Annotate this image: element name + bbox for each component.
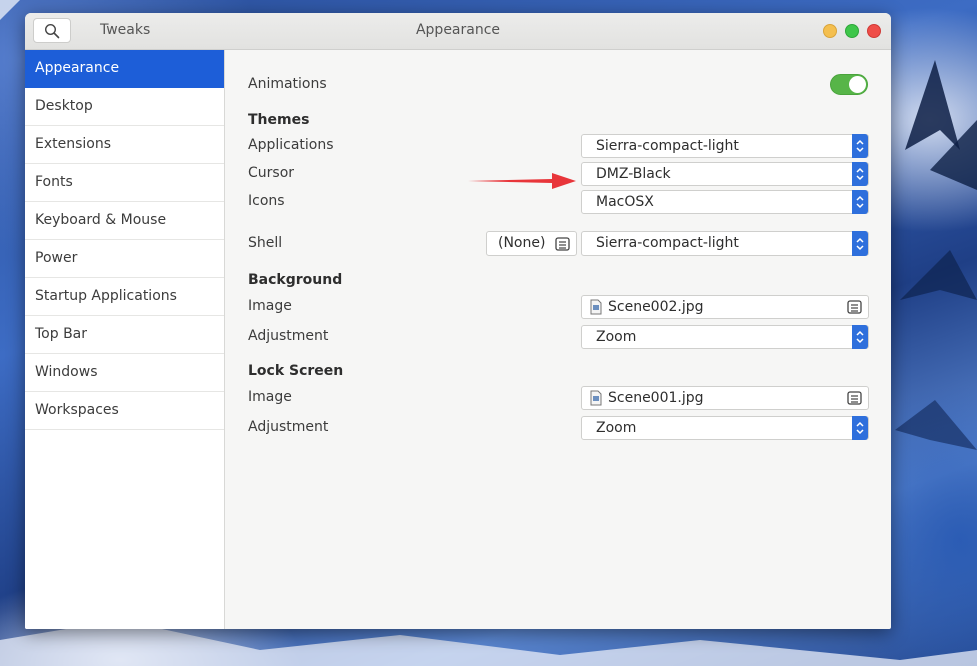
- close-button[interactable]: [867, 24, 881, 38]
- icons-label: Icons: [248, 193, 285, 209]
- updown-arrows-icon: [852, 416, 868, 440]
- search-button[interactable]: [33, 18, 71, 43]
- document-open-icon: [847, 391, 862, 405]
- icons-theme-value: MacOSX: [596, 194, 654, 210]
- shell-theme-select[interactable]: Sierra-compact-light: [581, 231, 869, 256]
- applications-theme-value: Sierra-compact-light: [596, 138, 739, 154]
- background-image-file-button[interactable]: Scene002.jpg: [581, 295, 869, 319]
- sidebar-item-desktop[interactable]: Desktop: [25, 88, 224, 126]
- search-icon: [44, 23, 60, 38]
- applications-theme-select[interactable]: Sierra-compact-light: [581, 134, 869, 158]
- updown-arrows-icon: [852, 190, 868, 214]
- shell-extension-file-button[interactable]: (None): [486, 231, 577, 256]
- image-file-icon: [590, 299, 602, 315]
- cursor-label: Cursor: [248, 165, 295, 181]
- lock-screen-adjustment-select[interactable]: Zoom: [581, 416, 869, 440]
- maximize-button[interactable]: [845, 24, 859, 38]
- appearance-panel: Animations Themes Applications Sierra-co…: [226, 50, 891, 629]
- image-file-icon: [590, 390, 602, 406]
- shell-label: Shell: [248, 235, 283, 251]
- annotation-arrow: [468, 173, 576, 189]
- background-image-value: Scene002.jpg: [608, 299, 704, 315]
- sidebar-item-fonts[interactable]: Fonts: [25, 164, 224, 202]
- document-open-icon: [555, 237, 570, 251]
- header-bar: Tweaks Appearance: [25, 13, 891, 50]
- sidebar: Appearance Desktop Extensions Fonts Keyb…: [25, 50, 225, 629]
- updown-arrows-icon: [852, 162, 868, 186]
- sidebar-item-extensions[interactable]: Extensions: [25, 126, 224, 164]
- background-adjustment-select[interactable]: Zoom: [581, 325, 869, 349]
- updown-arrows-icon: [852, 325, 868, 349]
- app-title: Tweaks: [100, 22, 151, 38]
- tweaks-window: Tweaks Appearance Appearance Desktop Ext…: [25, 13, 891, 629]
- icons-theme-select[interactable]: MacOSX: [581, 190, 869, 214]
- applications-label: Applications: [248, 137, 334, 153]
- shell-theme-value: Sierra-compact-light: [596, 235, 739, 251]
- toggle-knob: [849, 76, 866, 93]
- lock-screen-adjustment-value: Zoom: [596, 420, 637, 436]
- sidebar-item-windows[interactable]: Windows: [25, 354, 224, 392]
- lock-screen-image-value: Scene001.jpg: [608, 390, 704, 406]
- background-adjustment-label: Adjustment: [248, 328, 329, 344]
- background-adjustment-value: Zoom: [596, 329, 637, 345]
- sidebar-item-appearance[interactable]: Appearance: [25, 50, 224, 88]
- sidebar-item-power[interactable]: Power: [25, 240, 224, 278]
- shell-extension-value: (None): [498, 235, 546, 251]
- document-open-icon: [847, 300, 862, 314]
- animations-toggle[interactable]: [830, 74, 868, 95]
- cursor-theme-value: DMZ-Black: [596, 166, 671, 182]
- sidebar-item-keyboard-mouse[interactable]: Keyboard & Mouse: [25, 202, 224, 240]
- background-image-label: Image: [248, 298, 292, 314]
- cursor-theme-select[interactable]: DMZ-Black: [581, 162, 869, 186]
- sidebar-item-top-bar[interactable]: Top Bar: [25, 316, 224, 354]
- themes-heading: Themes: [248, 112, 310, 128]
- lock-screen-image-file-button[interactable]: Scene001.jpg: [581, 386, 869, 410]
- sidebar-item-startup-applications[interactable]: Startup Applications: [25, 278, 224, 316]
- lock-screen-heading: Lock Screen: [248, 363, 344, 379]
- animations-label: Animations: [248, 76, 327, 92]
- updown-arrows-icon: [852, 231, 868, 256]
- sidebar-item-workspaces[interactable]: Workspaces: [25, 392, 224, 430]
- lock-screen-image-label: Image: [248, 389, 292, 405]
- lock-screen-adjustment-label: Adjustment: [248, 419, 329, 435]
- background-heading: Background: [248, 272, 343, 288]
- updown-arrows-icon: [852, 134, 868, 158]
- minimize-button[interactable]: [823, 24, 837, 38]
- window-title: Appearance: [415, 22, 501, 38]
